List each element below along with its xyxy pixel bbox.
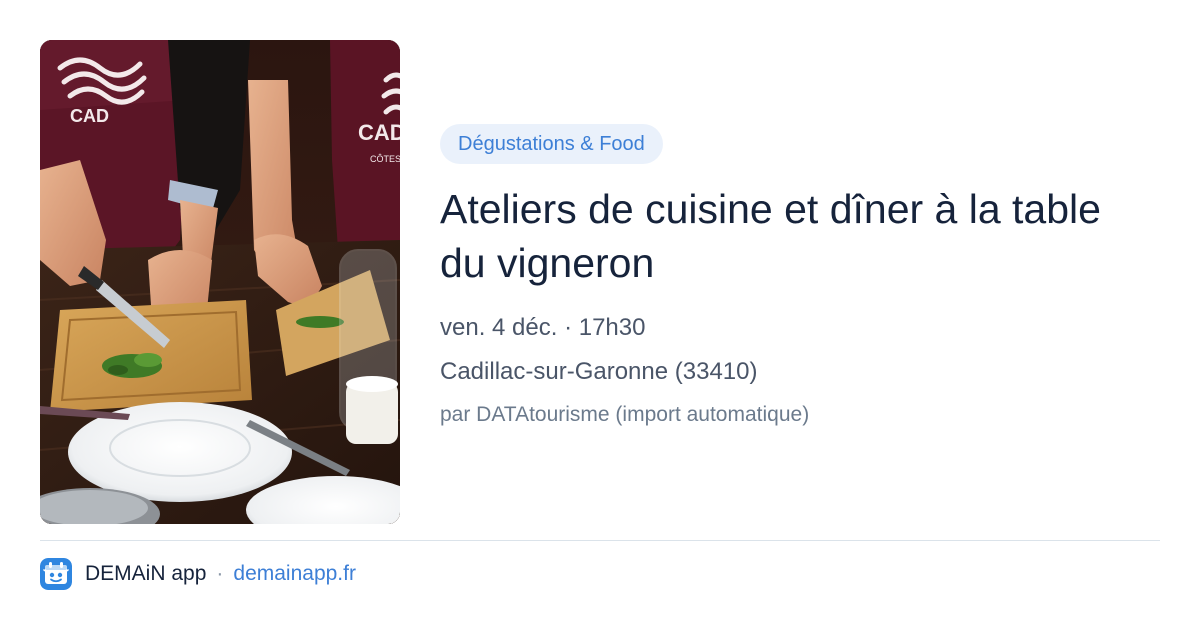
footer-separator: · — [216, 562, 224, 585]
footer-divider — [40, 540, 1160, 541]
app-name: DEMAiN app — [85, 562, 207, 585]
category-badge[interactable]: Dégustations & Food — [440, 124, 663, 164]
svg-text:CAD: CAD — [358, 120, 400, 145]
event-date: ven. 4 déc. · 17h30 — [440, 314, 646, 341]
svg-text:CAD: CAD — [70, 106, 109, 126]
event-title: Ateliers de cuisine et dîner à la table … — [440, 186, 1101, 286]
event-source: par DATAtourisme (import automatique) — [440, 403, 810, 426]
svg-text:CÔTES D: CÔTES D — [370, 154, 400, 164]
event-photo[interactable]: CAD CAD CÔTES D — [40, 40, 400, 524]
demain-app-icon — [40, 558, 72, 590]
event-location: Cadillac-sur-Garonne (33410) — [440, 358, 758, 385]
app-domain-link[interactable]: demainapp.fr — [233, 562, 356, 586]
footer: DEMAiN app · demainapp.fr — [40, 558, 356, 590]
event-share-card: CAD CAD CÔTES Dégustations & Food Atelie… — [0, 0, 1200, 630]
event-photo-illustration: CAD CAD CÔTES D — [40, 40, 400, 524]
